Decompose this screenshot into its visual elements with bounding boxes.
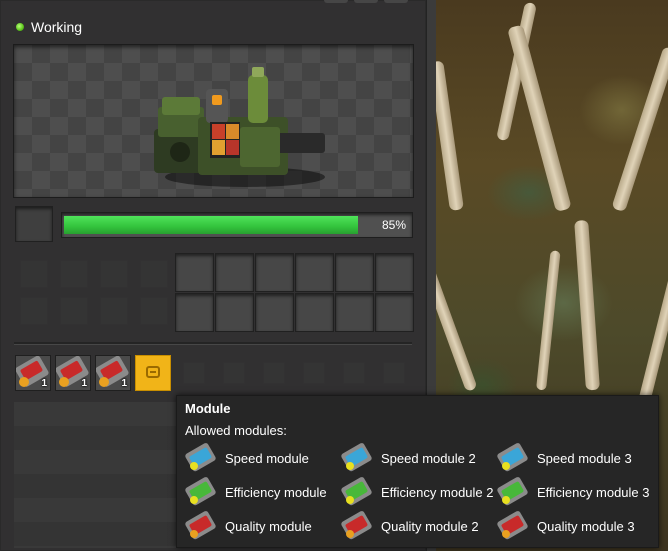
module-quantity: 1 — [121, 378, 127, 389]
status-label: Working — [31, 19, 83, 35]
module-slot-3[interactable]: 1 — [95, 355, 131, 391]
module-slot-1[interactable]: 1 — [15, 355, 51, 391]
allowed-module-item: Efficiency module — [185, 476, 327, 508]
allowed-module-item: Speed module 2 — [341, 442, 476, 474]
progress-fill — [64, 216, 358, 234]
module-quantity: 1 — [41, 378, 47, 389]
quality-module-icon — [185, 511, 216, 540]
speed-module-icon — [185, 443, 216, 472]
module-name: Efficiency module 3 — [537, 484, 650, 500]
input-fuel-slot[interactable] — [15, 206, 53, 242]
allowed-module-item: Quality module 2 — [341, 510, 479, 542]
empty-input-slot[interactable] — [20, 297, 48, 325]
allowed-module-item: Quality module — [185, 510, 312, 542]
output-slot[interactable] — [215, 253, 254, 292]
output-slot[interactable] — [175, 253, 214, 292]
empty-input-slot[interactable] — [100, 297, 128, 325]
output-slot[interactable] — [335, 293, 374, 332]
empty-input-slot[interactable] — [20, 260, 48, 288]
section-divider — [14, 342, 412, 345]
module-name: Speed module 3 — [537, 450, 632, 466]
module-name: Quality module 2 — [381, 518, 479, 534]
empty-module-slot-icon — [146, 366, 160, 378]
module-name: Speed module — [225, 450, 309, 466]
module-name: Quality module 3 — [537, 518, 635, 534]
output-slot[interactable] — [255, 293, 294, 332]
module-name: Quality module — [225, 518, 312, 534]
output-slot[interactable] — [175, 293, 214, 332]
empty-input-slot[interactable] — [60, 297, 88, 325]
speed-module-2-icon — [341, 443, 372, 472]
output-slot[interactable] — [375, 293, 414, 332]
tooltip-title: Module — [185, 401, 231, 416]
progress-percent: 85% — [381, 218, 406, 232]
empty-input-slot[interactable] — [140, 297, 168, 325]
empty-input-slot[interactable] — [100, 260, 128, 288]
module-tooltip: Module Allowed modules: Speed module Spe… — [176, 395, 659, 548]
speed-module-3-icon — [497, 443, 528, 472]
empty-slot[interactable] — [383, 362, 405, 384]
crafting-progress-bar: 85% — [61, 212, 413, 238]
allowed-module-item: Efficiency module 3 — [497, 476, 650, 508]
empty-slot[interactable] — [263, 362, 285, 384]
window-tabs — [316, 0, 426, 4]
output-slot[interactable] — [215, 293, 254, 332]
output-slot[interactable] — [375, 253, 414, 292]
module-name: Efficiency module 2 — [381, 484, 494, 500]
entity-preview[interactable] — [13, 44, 414, 198]
status-dot-icon — [16, 23, 24, 31]
output-slot[interactable] — [295, 293, 334, 332]
module-name: Speed module 2 — [381, 450, 476, 466]
allowed-module-item: Speed module 3 — [497, 442, 632, 474]
output-slot[interactable] — [255, 253, 294, 292]
empty-input-slot[interactable] — [140, 260, 168, 288]
quality-module-3-icon — [497, 511, 528, 540]
allowed-module-item: Speed module — [185, 442, 309, 474]
empty-slot[interactable] — [343, 362, 365, 384]
output-slot[interactable] — [335, 253, 374, 292]
output-slot[interactable] — [295, 253, 334, 292]
allowed-module-item: Efficiency module 2 — [341, 476, 494, 508]
module-slot-2[interactable]: 1 — [55, 355, 91, 391]
tooltip-subtitle: Allowed modules: — [185, 423, 287, 438]
module-quantity: 1 — [81, 378, 87, 389]
allowed-module-item: Quality module 3 — [497, 510, 635, 542]
module-slot-4-empty[interactable] — [135, 355, 171, 391]
efficiency-module-icon — [185, 477, 216, 506]
empty-slot[interactable] — [183, 362, 205, 384]
status-indicator: Working — [16, 18, 82, 36]
quality-module-2-icon — [341, 511, 372, 540]
efficiency-module-2-icon — [341, 477, 372, 506]
machine-sprite-icon — [154, 67, 325, 187]
empty-input-slot[interactable] — [60, 260, 88, 288]
efficiency-module-3-icon — [497, 477, 528, 506]
module-name: Efficiency module — [225, 484, 327, 500]
empty-slot[interactable] — [223, 362, 245, 384]
empty-slot[interactable] — [303, 362, 325, 384]
